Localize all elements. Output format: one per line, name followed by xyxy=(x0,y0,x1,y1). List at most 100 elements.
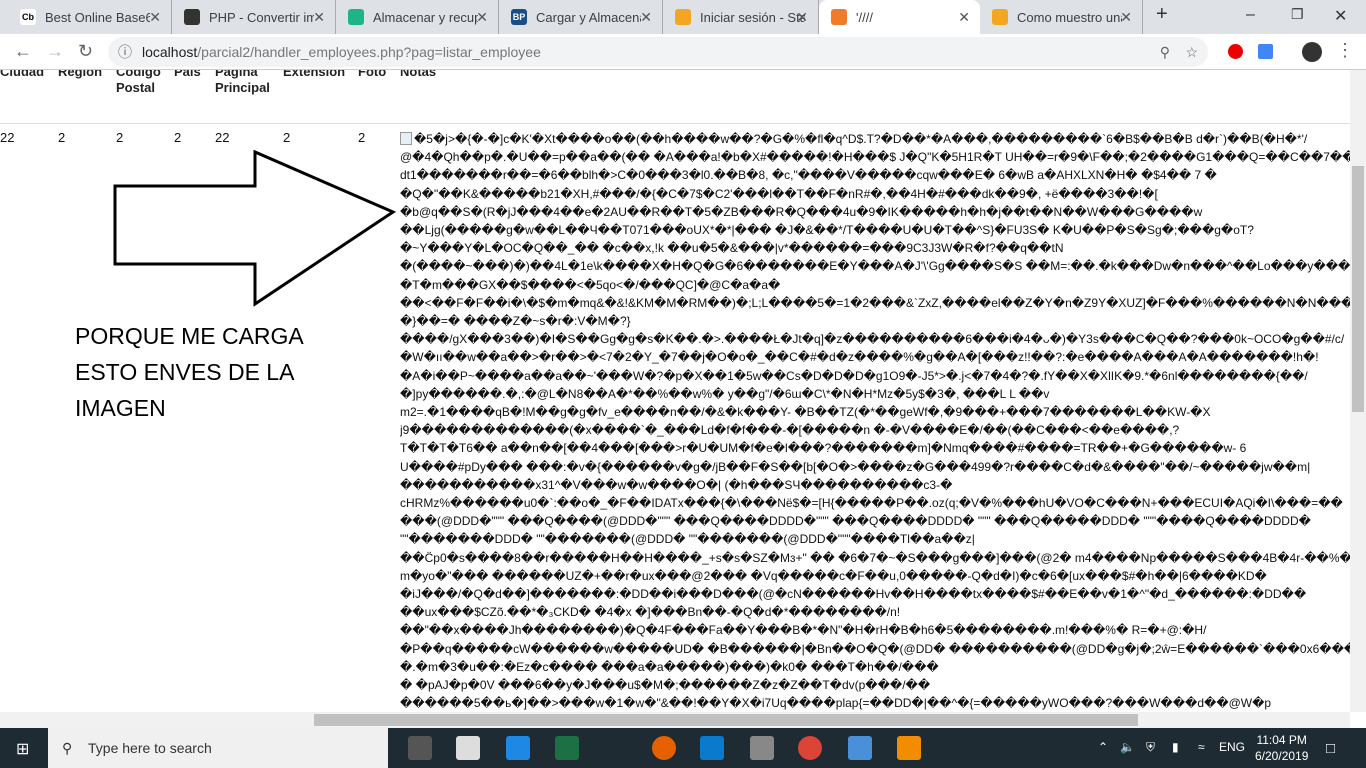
garbled-line: ���(@DDD�""" ���Q����(@DDD�""" ���Q����D… xyxy=(400,514,1311,529)
edge-icon[interactable] xyxy=(506,736,530,760)
page-content: Ciudad Region Codigo Postal Pais Pagina Prin… xyxy=(0,70,1350,712)
adblock-extension-icon[interactable] xyxy=(1228,44,1243,59)
firefox-icon[interactable] xyxy=(652,736,676,760)
annotation-note: PORQUE ME CARGA ESTO ENVES DE LA IMAGEN xyxy=(75,323,304,421)
garbled-line: �]py������.�,:�@L�N8��A�*��%��w%� y��g"/… xyxy=(400,386,1050,401)
wifi-icon[interactable]: ≈ xyxy=(1198,740,1205,754)
search-icon: ⚲ xyxy=(62,740,73,756)
garbled-line: m2=.�1����qB�!M��g�g�fv_e����n��/�&�k���… xyxy=(400,405,1211,420)
garbled-line: �W�ıı��w��a��>�r��>�<7�2�Y_�7��j�O�o�_��… xyxy=(400,350,1319,365)
tab[interactable]: Almacenar y recup ✕ xyxy=(336,0,499,34)
bookmark-star-icon[interactable]: ☆ xyxy=(1185,37,1198,67)
garbled-line: dt1�������r��=�6��blh�>C�0���3�l0.��B�8,… xyxy=(400,168,1217,183)
column-header: Pagina Principal xyxy=(215,70,270,95)
menu-icon[interactable]: ⋮ xyxy=(1336,40,1354,61)
mail-icon[interactable] xyxy=(456,736,480,760)
horizontal-scrollbar[interactable] xyxy=(0,712,1350,728)
table-cell: 2 xyxy=(283,130,291,145)
tab-title: Iniciar sesión - Sta xyxy=(700,9,805,25)
battery-icon[interactable]: ▮ xyxy=(1172,740,1179,754)
garbled-line: �5�j>�{�-�]c�K'�Xt����o��(��h����w��?�G�… xyxy=(400,130,1350,148)
column-header: Pais xyxy=(174,70,201,79)
tab[interactable]: PHP - Convertir im ✕ xyxy=(172,0,336,34)
security-icon[interactable]: ⛨ xyxy=(1146,740,1155,755)
garbled-line: �����������x31^�V���w�w����O�| (�h���SЧ�… xyxy=(400,477,953,492)
close-tab-icon[interactable]: ✕ xyxy=(1120,9,1132,26)
table-cell: 22 xyxy=(0,130,15,145)
excel-icon[interactable] xyxy=(555,736,579,760)
horizontal-scroll-thumb[interactable] xyxy=(314,714,1138,726)
minimize-button[interactable]: – xyxy=(1246,6,1255,24)
garbled-line: ����/gX���3��)�I�S��Gg�g�s�K��.�>.����Ł�… xyxy=(400,332,1345,347)
store-icon[interactable] xyxy=(408,736,432,760)
garbled-image-data: �5�j>�{�-�]c�K'�Xt����o��(��h����w��?�G�… xyxy=(400,130,1350,712)
avatar[interactable] xyxy=(1302,42,1322,62)
tab-title: Como muestro una xyxy=(1017,9,1122,25)
garbled-line: �iJ���/�Q�d��]�������:�DD��i���D���(@�cN… xyxy=(400,587,1307,602)
garbled-line: T�T�T�T6�� a��n��[��4���[���>r�U�UM�f�e�… xyxy=(400,441,1247,456)
chrome-icon[interactable] xyxy=(798,736,822,760)
taskbar-search[interactable]: ⚲ Type here to search xyxy=(48,728,388,768)
tab[interactable]: BP Cargar y Almacena ✕ xyxy=(499,0,663,34)
garbled-line: m�yo�"��� ������UZ�+��r�ux���@2��� �Vq��… xyxy=(400,568,1267,583)
tab-title: Best Online Base64 xyxy=(45,9,150,25)
column-header: Extension xyxy=(283,70,346,79)
google-translate-extension-icon[interactable] xyxy=(1258,44,1273,59)
row-divider xyxy=(0,123,1350,124)
tab[interactable]: '//// ✕ xyxy=(819,0,980,34)
garbled-line: j9�������������(�x����`�_���Ld�f�f���-�[… xyxy=(400,423,1180,438)
column-header: Codigo Postal xyxy=(116,70,161,95)
garbled-line: �.�m�3�u��:�Ez�c���� ���a�a�����)���)�k0… xyxy=(400,659,939,674)
garbled-line: ������5��ь�]��>���w�1�w�"&��!��Y�X�i7Uq�… xyxy=(400,696,1272,711)
volume-icon[interactable]: 🔈 xyxy=(1120,740,1135,754)
close-tab-icon[interactable]: ✕ xyxy=(476,9,488,26)
broken-image-icon xyxy=(400,132,412,145)
tab[interactable]: Iniciar sesión - Sta ✕ xyxy=(663,0,819,34)
language-indicator[interactable]: ENG xyxy=(1219,740,1245,754)
vertical-scrollbar[interactable] xyxy=(1350,70,1366,712)
garbled-line: ��C̈p0�s����8��r�����H��H����_+s�s�SZ�Mɜ… xyxy=(400,550,1350,565)
app-icon[interactable] xyxy=(848,736,872,760)
restore-button[interactable]: ❐ xyxy=(1291,6,1304,23)
close-tab-icon[interactable]: ✕ xyxy=(640,9,652,26)
table-cell: 2 xyxy=(174,130,182,145)
new-tab-button[interactable]: + xyxy=(1156,3,1168,26)
php-favicon-icon xyxy=(184,9,200,25)
back-icon[interactable]: ← xyxy=(14,41,32,62)
garbled-line: �b@q��S�(R�jJ���4��e�2AU��R��T�5�ZB���R�… xyxy=(400,204,1203,219)
close-tab-icon[interactable]: ✕ xyxy=(796,9,808,26)
tab-title: '//// xyxy=(856,9,873,25)
clock[interactable]: 11:04 PM 6/20/2019 xyxy=(1255,732,1308,764)
address-bar[interactable]: ⓘ localhost/parcial2/handler_employees.p… xyxy=(108,37,1208,67)
tab[interactable]: Como muestro una ✕ xyxy=(980,0,1143,34)
vscode-icon[interactable] xyxy=(700,736,724,760)
vlc-icon[interactable] xyxy=(897,736,921,760)
close-tab-icon[interactable]: ✕ xyxy=(149,9,161,26)
photos-icon[interactable] xyxy=(750,736,774,760)
tab-title: PHP - Convertir im xyxy=(209,9,314,25)
close-tab-icon[interactable]: ✕ xyxy=(313,9,325,26)
close-tab-icon[interactable]: ✕ xyxy=(958,9,970,26)
garbled-line: �~Y���Y�L�OC�Q��_�� �c��x,!k ��u�5�&���|… xyxy=(400,241,1064,256)
tab-title: Almacenar y recup xyxy=(373,9,478,25)
reload-icon[interactable]: ↻ xyxy=(78,41,93,62)
garbled-line: �P��q�����cW������w�����UD� �B������|�Bn… xyxy=(400,641,1350,656)
stackoverflow-favicon-icon xyxy=(992,9,1008,25)
info-icon[interactable]: ⓘ xyxy=(118,37,132,67)
tab-title: Cargar y Almacena xyxy=(536,9,641,25)
close-window-button[interactable]: ✕ xyxy=(1334,6,1347,26)
tab[interactable]: Cb Best Online Base64 ✕ xyxy=(8,0,172,34)
column-header: Ciudad xyxy=(0,70,45,79)
garbled-line: �T�m���GX��$����<�5qo<�/���QC]�@C�a�a� xyxy=(400,277,781,292)
toolbar: ← → ↻ ⓘ localhost/parcial2/handler_emplo… xyxy=(0,34,1366,70)
garbled-line: �A�i��P~����a��a��~'���W�?�p�X��1�5w��Cs… xyxy=(400,368,1308,383)
table-cell: 22 xyxy=(215,130,230,145)
zoom-icon[interactable]: ⚲ xyxy=(1160,37,1170,67)
windows-start-icon[interactable]: ⊞ xyxy=(16,739,29,759)
notifications-icon[interactable]: □ xyxy=(1326,740,1335,757)
garbled-line: ��Ljg(�����g�w��L��Ч��T071���oUX*�*|��� … xyxy=(400,223,1254,238)
forward-icon[interactable]: → xyxy=(46,41,64,62)
show-hidden-icons[interactable]: ⌃ xyxy=(1098,740,1108,754)
garbled-text: �5�j>�{�-�]c�K'�Xt����o��(��h����w��?�G�… xyxy=(414,132,1308,146)
vertical-scroll-thumb[interactable] xyxy=(1352,166,1364,412)
